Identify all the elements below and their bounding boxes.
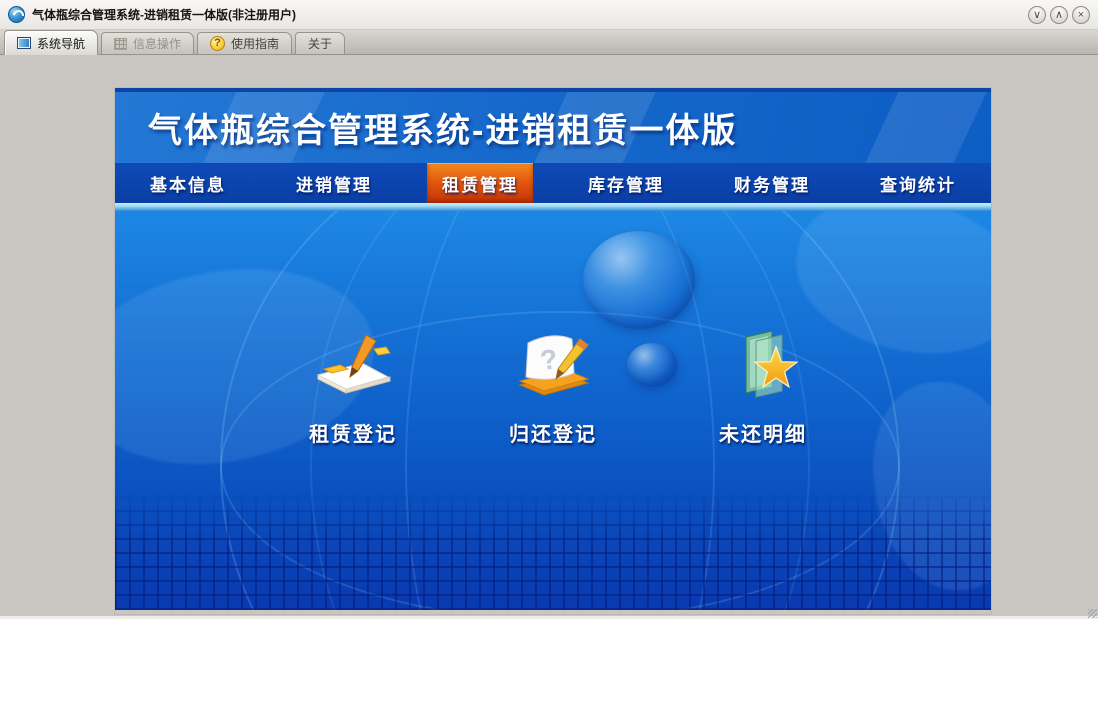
resize-grip[interactable] [1088, 609, 1097, 618]
menu-item-query-stats[interactable]: 查询统计 [845, 163, 991, 203]
shortcut-label: 未还明细 [688, 418, 838, 447]
rental-register-icon [310, 327, 396, 405]
banner: 气体瓶综合管理系统-进销租赁一体版 [115, 88, 991, 163]
maximize-button[interactable]: ∧ [1050, 6, 1068, 24]
tab-label: 关于 [308, 35, 332, 52]
shortcut-label: 归还登记 [478, 418, 628, 447]
water-droplet-decoration [627, 343, 677, 387]
banner-title: 气体瓶综合管理系统-进销租赁一体版 [148, 103, 737, 152]
menu-gloss-strip [115, 203, 991, 211]
menu-item-label: 基本信息 [135, 163, 241, 203]
menu-item-rental[interactable]: 租赁管理 [407, 163, 553, 203]
tab-system-nav[interactable]: 系统导航 [4, 30, 98, 55]
window-title: 气体瓶综合管理系统-进销租赁一体版(非注册用户) [32, 6, 296, 23]
tab-user-guide[interactable]: ? 使用指南 [197, 32, 292, 54]
menu-item-inventory[interactable]: 库存管理 [553, 163, 699, 203]
help-icon: ? [210, 36, 225, 51]
app-window: 气体瓶综合管理系统-进销租赁一体版(非注册用户) ∨ ∧ × 系统导航 信息操作… [0, 0, 1098, 619]
menu-item-label: 库存管理 [573, 163, 679, 203]
minimize-button[interactable]: ∨ [1028, 6, 1046, 24]
unreturned-detail-icon [720, 327, 806, 405]
window-bottom-edge [0, 616, 1098, 619]
return-register-icon: ? [510, 327, 596, 405]
tab-label: 使用指南 [231, 35, 279, 52]
close-button[interactable]: × [1072, 6, 1090, 24]
tab-label: 系统导航 [37, 35, 85, 52]
content-area: 气体瓶综合管理系统-进销租赁一体版 基本信息 进销管理 租赁管理 库存管理 财务… [0, 55, 1098, 619]
grid-icon [114, 38, 127, 50]
menu-item-label: 租赁管理 [427, 163, 533, 203]
grid-pattern-decoration [115, 492, 991, 610]
app-logo-icon [8, 6, 25, 23]
menu-bar: 基本信息 进销管理 租赁管理 库存管理 财务管理 查询统计 [115, 163, 991, 203]
shortcut-return-register[interactable]: ? 归还登记 [478, 327, 628, 447]
panel-body: 租赁登记 ? 归还登记 [115, 211, 991, 610]
tab-label: 信息操作 [133, 35, 181, 52]
menu-item-purchase-sales[interactable]: 进销管理 [261, 163, 407, 203]
tab-info-operations[interactable]: 信息操作 [101, 32, 194, 54]
menu-item-finance[interactable]: 财务管理 [699, 163, 845, 203]
titlebar: 气体瓶综合管理系统-进销租赁一体版(非注册用户) ∨ ∧ × [0, 0, 1098, 30]
monitor-icon [17, 37, 31, 49]
menu-item-basic-info[interactable]: 基本信息 [115, 163, 261, 203]
menu-item-label: 进销管理 [281, 163, 387, 203]
menu-item-label: 查询统计 [865, 163, 971, 203]
window-controls: ∨ ∧ × [1028, 6, 1090, 24]
shortcut-unreturned-detail[interactable]: 未还明细 [688, 327, 838, 447]
menu-item-label: 财务管理 [719, 163, 825, 203]
tab-about[interactable]: 关于 [295, 32, 345, 54]
shortcut-rental-register[interactable]: 租赁登记 [278, 327, 428, 447]
tab-bar: 系统导航 信息操作 ? 使用指南 关于 [0, 30, 1098, 55]
main-panel: 气体瓶综合管理系统-进销租赁一体版 基本信息 进销管理 租赁管理 库存管理 财务… [115, 88, 991, 614]
shortcut-label: 租赁登记 [278, 418, 428, 447]
water-droplet-decoration [583, 231, 695, 329]
